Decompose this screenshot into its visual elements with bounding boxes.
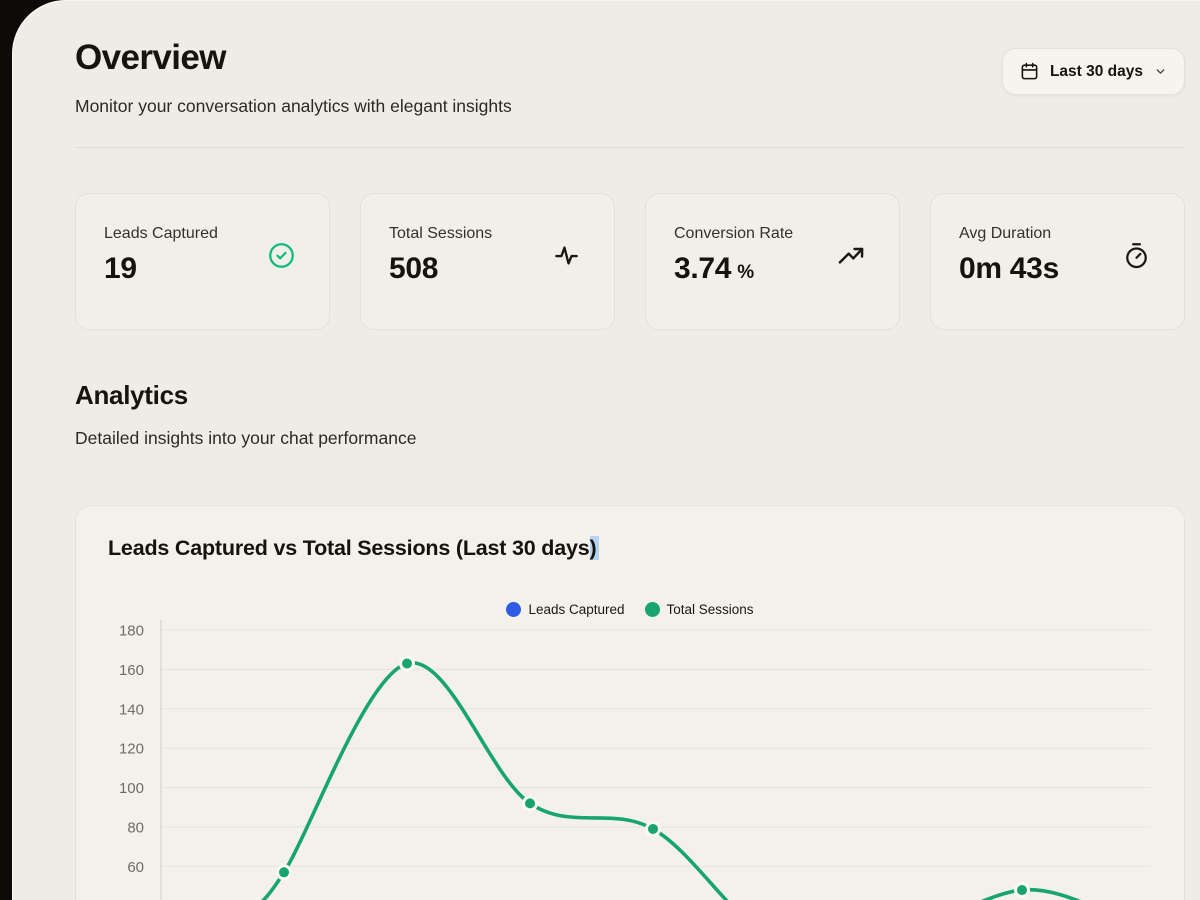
date-range-button[interactable]: Last 30 days	[1002, 48, 1185, 95]
stat-card-total-sessions: Total Sessions 508	[360, 193, 615, 330]
circle-check-icon	[268, 242, 295, 269]
calendar-icon	[1020, 62, 1039, 81]
chart-card: Leads Captured vs Total Sessions (Last 3…	[75, 505, 1185, 900]
stat-card-avg-duration: Avg Duration 0m 43s	[930, 193, 1185, 330]
timer-icon	[1123, 242, 1150, 269]
page-header: Overview Monitor your conversation analy…	[75, 38, 1185, 117]
page-subtitle: Monitor your conversation analytics with…	[75, 96, 512, 117]
svg-text:120: 120	[119, 741, 144, 758]
svg-text:60: 60	[127, 859, 144, 876]
stat-cards-row: Leads Captured 19 Total Sessions 508	[75, 193, 1185, 330]
trending-up-icon	[837, 242, 865, 270]
line-chart: 180 160 140 120 100 80 60	[76, 506, 1184, 900]
svg-text:140: 140	[119, 701, 144, 718]
stat-card-leads-captured: Leads Captured 19	[75, 193, 330, 330]
analytics-section-subtitle: Detailed insights into your chat perform…	[75, 428, 1185, 449]
chevron-down-icon	[1154, 65, 1167, 78]
header-divider	[75, 147, 1185, 148]
page-title: Overview	[75, 38, 512, 78]
frame-accent-strip	[11, 853, 17, 900]
stat-label: Total Sessions	[389, 225, 586, 243]
svg-text:180: 180	[119, 623, 144, 640]
stat-label: Conversion Rate	[674, 225, 871, 243]
svg-text:100: 100	[119, 780, 144, 797]
stat-card-conversion-rate: Conversion Rate 3.74%	[645, 193, 900, 330]
app-window: Overview Monitor your conversation analy…	[12, 0, 1200, 900]
stat-label: Leads Captured	[104, 225, 301, 243]
stat-label: Avg Duration	[959, 225, 1156, 243]
stat-value-suffix: %	[737, 262, 754, 283]
activity-icon	[553, 242, 580, 269]
date-range-label: Last 30 days	[1050, 63, 1143, 81]
analytics-section-title: Analytics	[75, 380, 1185, 411]
svg-text:80: 80	[127, 820, 144, 837]
svg-text:160: 160	[119, 662, 144, 679]
